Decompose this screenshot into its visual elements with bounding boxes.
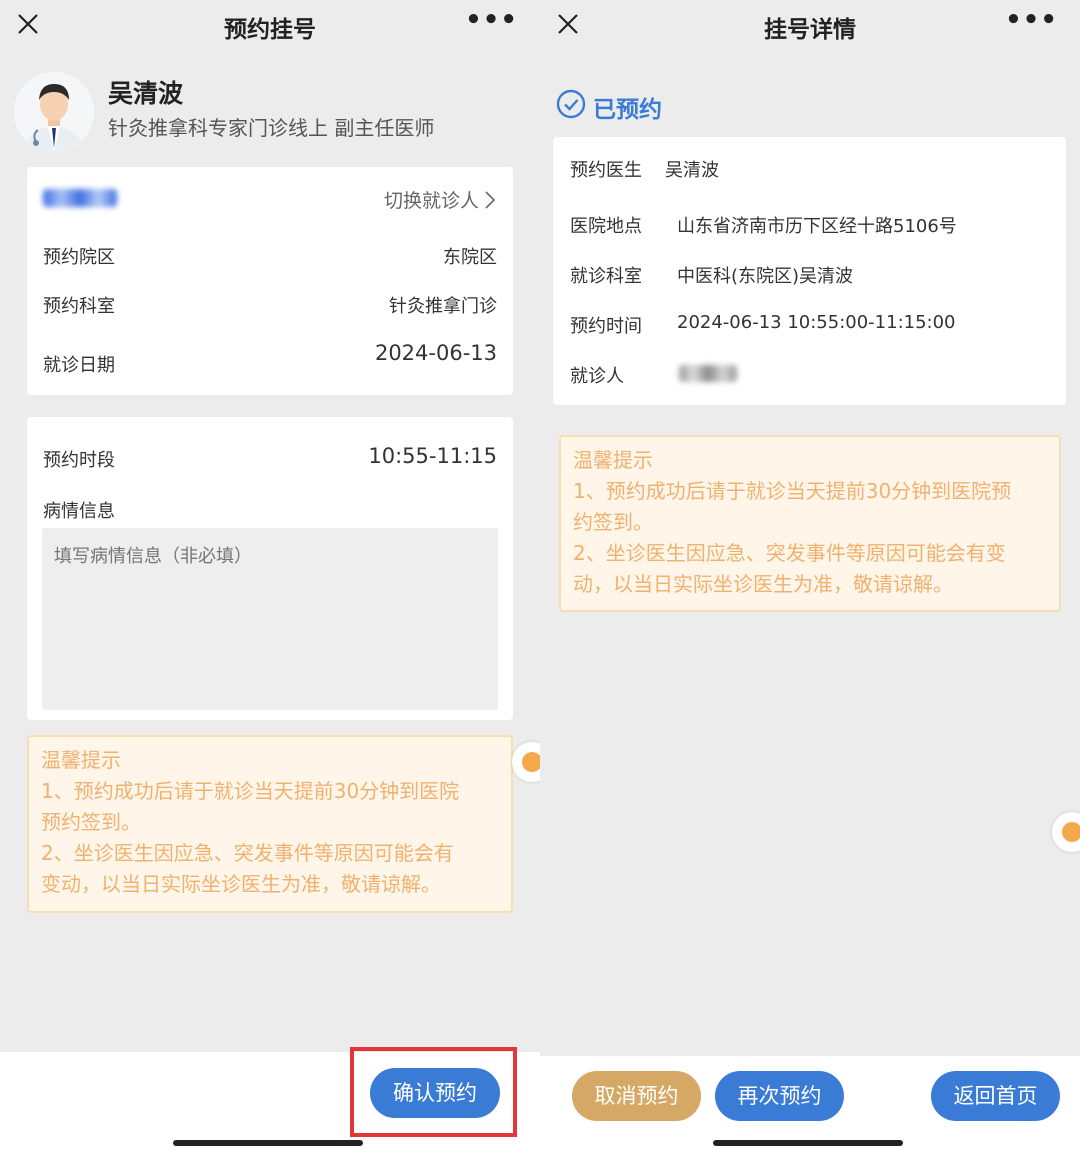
tips-title: 温馨提示: [41, 748, 121, 772]
doctor-description: 针灸推拿科专家门诊线上 副主任医师: [108, 116, 435, 140]
tips-box: 温馨提示 1、预约成功后请于就诊当天提前30分钟到医院预 约签到。 2、坐诊医生…: [559, 435, 1061, 612]
detail-label-patient: 就诊人: [570, 366, 624, 387]
tips-line: 2、坐诊医生因应急、突发事件等原因可能会有变: [573, 541, 1006, 565]
rebook-button[interactable]: 再次预约: [715, 1071, 844, 1121]
chevron-right-icon: [485, 190, 495, 209]
check-circle-icon: [556, 89, 586, 119]
cancel-appointment-button[interactable]: 取消预约: [572, 1071, 701, 1121]
condition-input[interactable]: [42, 528, 498, 710]
doctor-avatar: [14, 72, 94, 152]
row-label-campus: 预约院区: [43, 247, 115, 268]
top-nav: 预约挂号 •••: [0, 0, 540, 52]
more-icon[interactable]: •••: [1005, 7, 1058, 33]
row-value-department: 针灸推拿门诊: [389, 296, 497, 317]
row-value-slot: 10:55-11:15: [368, 444, 497, 468]
highlight-box: [350, 1047, 517, 1137]
switch-patient-button[interactable]: 切换就诊人: [384, 186, 495, 213]
row-label-slot: 预约时段: [43, 450, 115, 471]
tips-line: 动，以当日实际坐诊医生为准，敬请谅解。: [573, 572, 953, 596]
patient-name-blurred: [43, 189, 117, 207]
more-icon[interactable]: •••: [465, 7, 518, 33]
page-title: 挂号详情: [764, 17, 856, 43]
patient-name-blurred: [679, 365, 737, 382]
tips-line: 预约签到。: [41, 810, 141, 834]
appointment-detail-card: 预约医生 吴清波 医院地点 山东省济南市历下区经十路5106号 就诊科室 中医科…: [553, 137, 1066, 405]
tips-line: 变动，以当日实际坐诊医生为准，敬请谅解。: [41, 872, 441, 896]
detail-value-doctor: 吴清波: [665, 160, 719, 181]
status-label: 已预约: [593, 97, 662, 123]
detail-value-location: 山东省济南市历下区经十路5106号: [677, 216, 957, 237]
return-home-button[interactable]: 返回首页: [931, 1071, 1060, 1121]
condition-label: 病情信息: [43, 501, 115, 522]
top-nav: 挂号详情 •••: [540, 0, 1080, 52]
detail-label-doctor: 预约医生: [570, 160, 642, 181]
tips-title: 温馨提示: [573, 448, 653, 472]
tips-box: 温馨提示 1、预约成功后请于就诊当天提前30分钟到医院 预约签到。 2、坐诊医生…: [27, 735, 513, 913]
row-label-department: 预约科室: [43, 296, 115, 317]
tips-line: 约签到。: [573, 510, 653, 534]
slot-card: 预约时段 10:55-11:15 病情信息: [27, 417, 513, 720]
tips-line: 1、预约成功后请于就诊当天提前30分钟到医院: [41, 779, 460, 803]
detail-label-location: 医院地点: [570, 216, 642, 237]
row-label-date: 就诊日期: [43, 355, 115, 376]
row-value-date: 2024-06-13: [374, 341, 497, 365]
detail-value-department: 中医科(东院区)吴清波: [677, 266, 854, 287]
floating-assistant-icon[interactable]: [512, 742, 540, 782]
detail-label-time: 预约时间: [570, 316, 642, 337]
home-indicator: [713, 1140, 903, 1146]
tips-line: 1、预约成功后请于就诊当天提前30分钟到医院预: [573, 479, 1012, 503]
detail-label-department: 就诊科室: [570, 266, 642, 287]
row-value-campus: 东院区: [443, 247, 497, 268]
tips-line: 2、坐诊医生因应急、突发事件等原因可能会有: [41, 841, 454, 865]
doctor-name: 吴清波: [108, 79, 184, 108]
page-title: 预约挂号: [224, 17, 316, 43]
switch-patient-label: 切换就诊人: [383, 190, 479, 212]
appointment-info-card: 切换就诊人 预约院区 东院区 预约科室 针灸推拿门诊 就诊日期 2024-06-…: [27, 167, 513, 395]
detail-value-time: 2024-06-13 10:55:00-11:15:00: [677, 312, 956, 333]
booking-panel: 预约挂号 ••• 吴清波 针灸推拿科专家门诊线上 副主任医师 切换就诊人 预约院…: [0, 0, 540, 1152]
home-indicator: [173, 1140, 363, 1146]
floating-assistant-icon[interactable]: [1052, 812, 1080, 852]
